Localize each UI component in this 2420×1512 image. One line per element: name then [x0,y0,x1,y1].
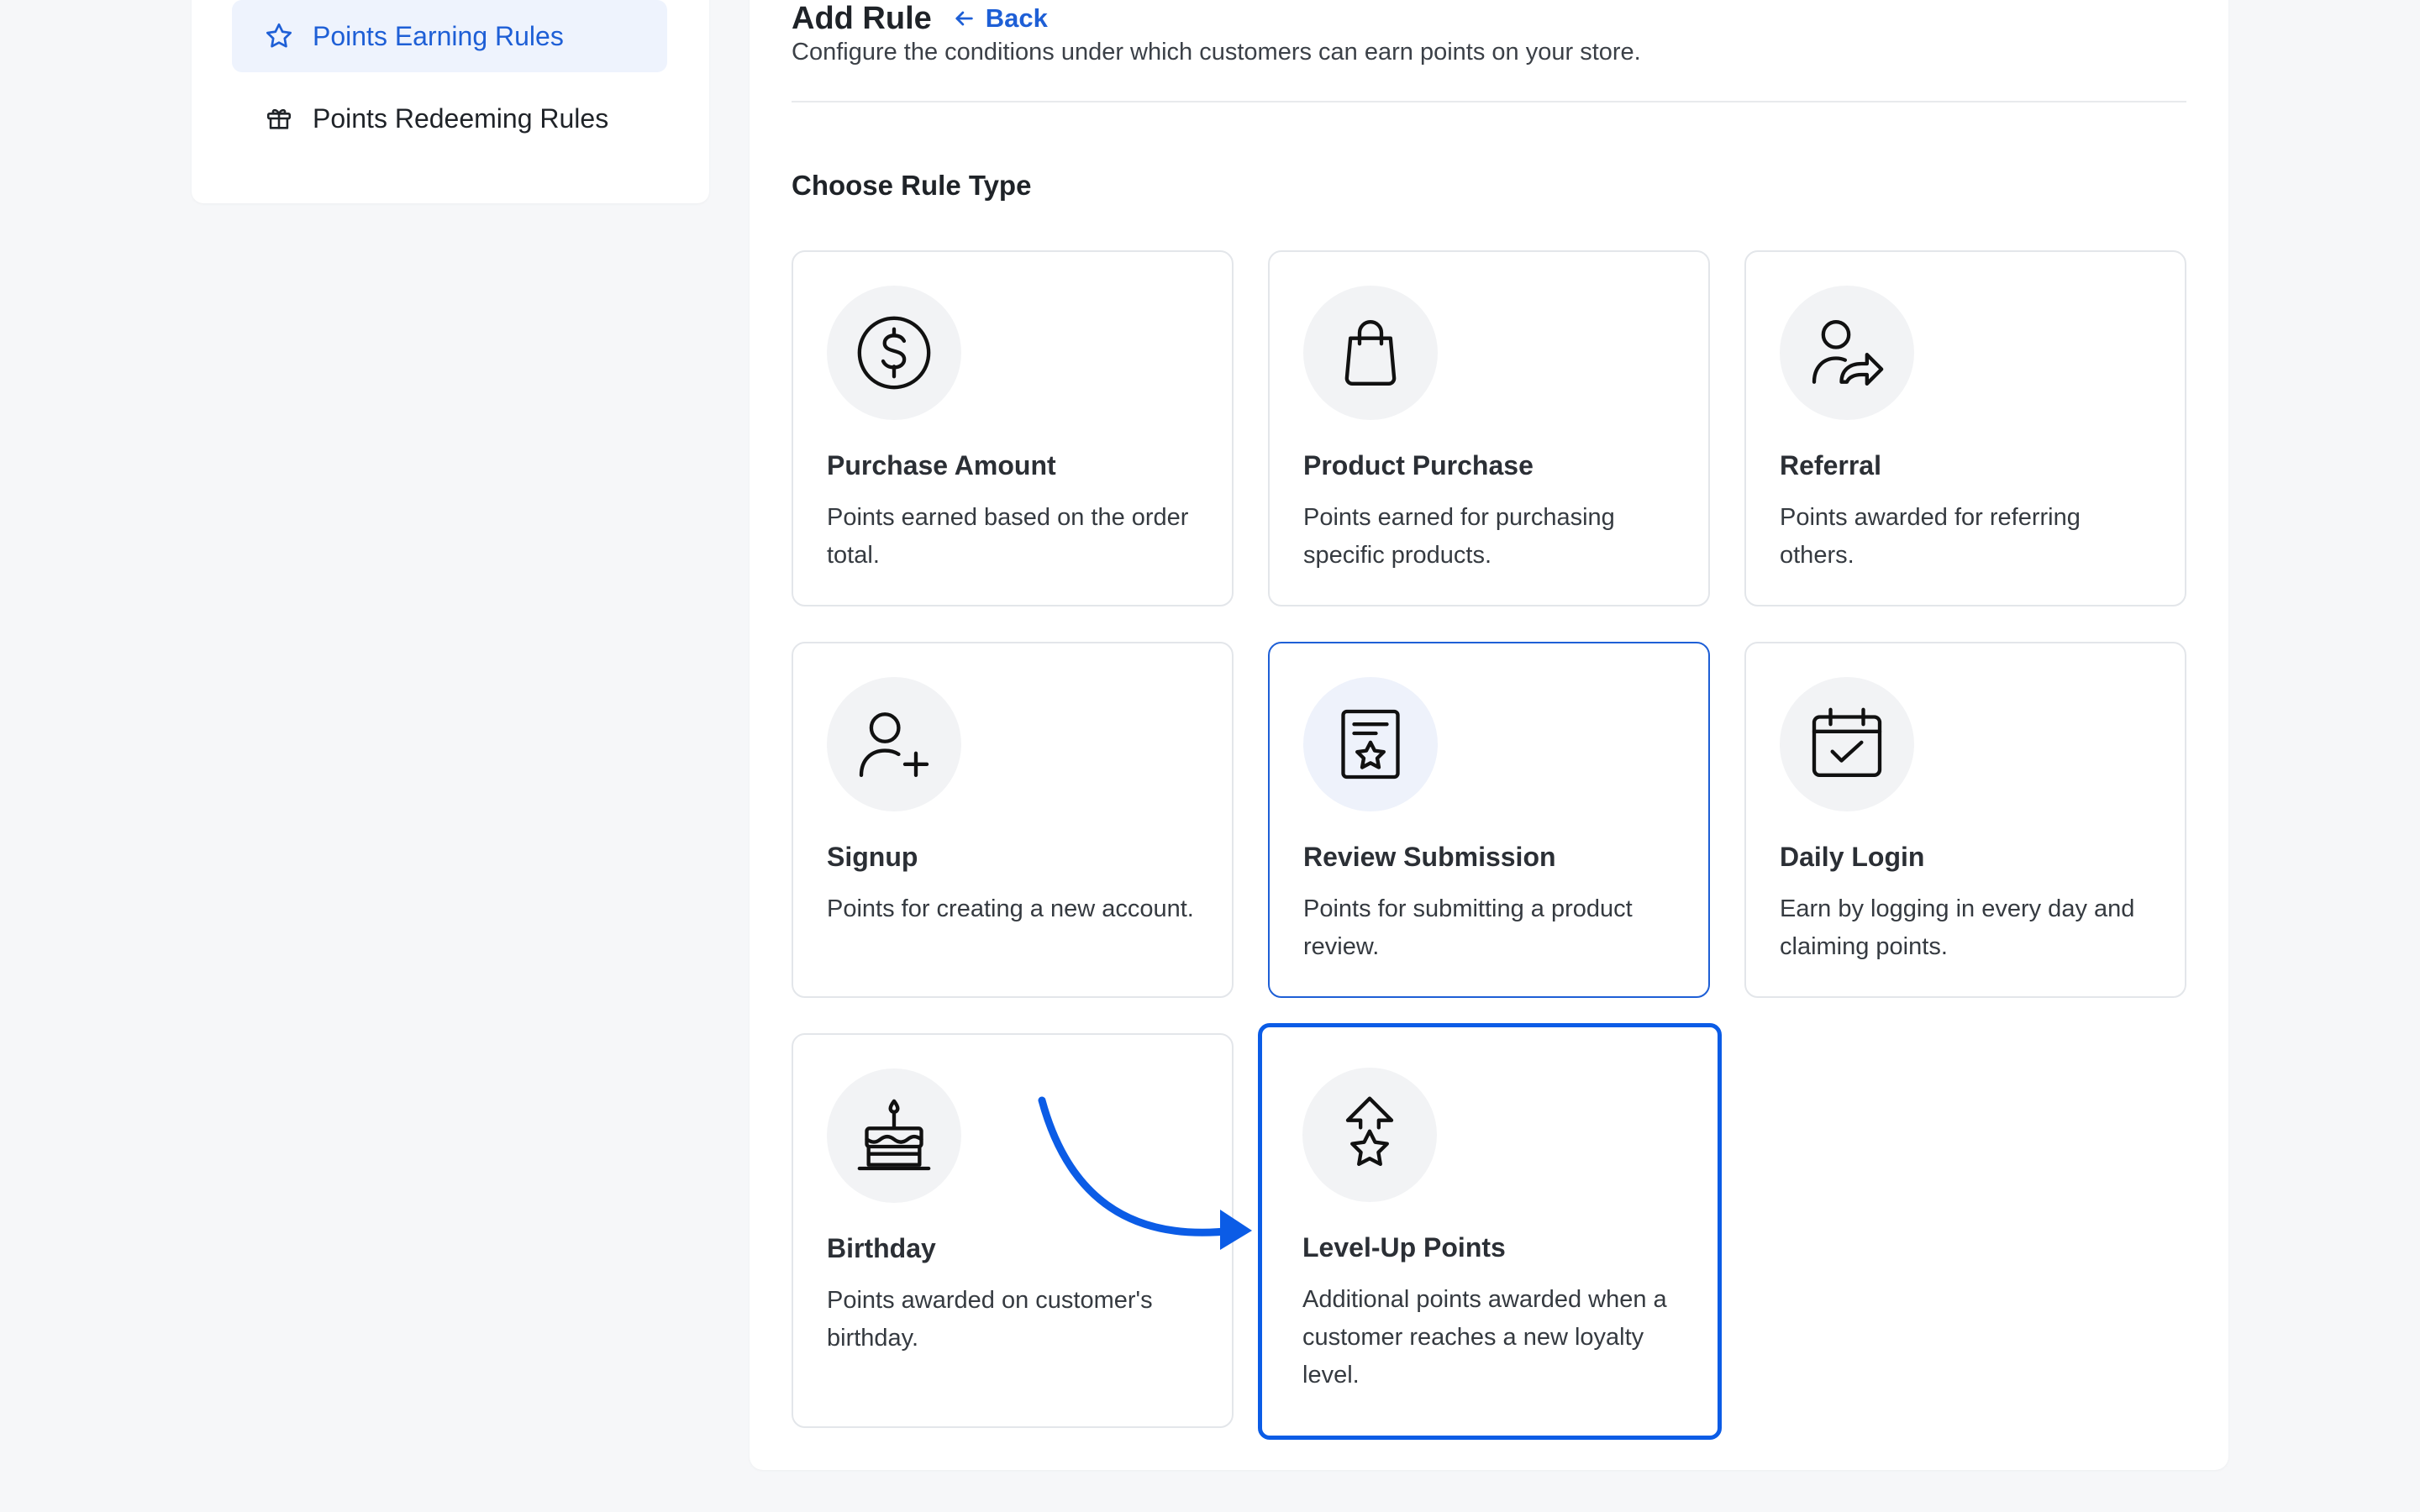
cake-icon [827,1068,961,1203]
main-panel: Add Rule Back Configure the conditions u… [750,0,2228,1470]
sidebar-item-points-earning-rules[interactable]: Points Earning Rules [232,0,667,72]
star-icon [262,19,296,53]
rule-card-title: Referral [1780,450,1881,480]
rule-card-daily-login[interactable]: Daily Login Earn by logging in every day… [1744,642,2186,998]
rule-card-level-up-points[interactable]: Level-Up Points Additional points awarde… [1258,1023,1722,1440]
page-subtitle: Configure the conditions under which cus… [792,39,1641,66]
rule-card-title: Product Purchase [1303,450,1534,480]
sidebar-item-label: Points Earning Rules [313,20,564,51]
rule-card-referral[interactable]: Referral Points awarded for referring ot… [1744,250,2186,606]
rule-card-product-purchase[interactable]: Product Purchase Points earned for purch… [1268,250,1710,606]
rule-card-title: Birthday [827,1233,936,1263]
rule-card-signup[interactable]: Signup Points for creating a new account… [792,642,1234,998]
section-title: Choose Rule Type [792,170,1032,201]
sidebar-item-points-redeeming-rules[interactable]: Points Redeeming Rules [232,82,667,155]
rule-card-title: Signup [827,842,918,872]
rule-card-title: Purchase Amount [827,450,1056,480]
rule-card-title: Level-Up Points [1302,1232,1506,1263]
rule-card-description: Points awarded on customer's birthday. [827,1287,1153,1352]
user-share-icon [1780,286,1914,420]
arrow-left-icon [952,7,976,30]
level-up-star-icon [1302,1068,1437,1202]
review-star-icon [1303,677,1438,811]
shopping-bag-icon [1303,286,1438,420]
rule-card-description: Points earned based on the order total. [827,504,1189,569]
rule-card-purchase-amount[interactable]: Purchase Amount Points earned based on t… [792,250,1234,606]
rule-card-description: Points for creating a new account. [827,895,1194,922]
rule-card-description: Earn by logging in every day and claimin… [1780,895,2135,960]
header-divider [792,101,2186,102]
dollar-circle-icon [827,286,961,420]
gift-icon [262,102,296,135]
rule-card-description: Points earned for purchasing specific pr… [1303,504,1615,569]
back-label: Back [985,3,1048,33]
rule-card-description: Points awarded for referring others. [1780,504,2081,569]
rule-card-birthday[interactable]: Birthday Points awarded on customer's bi… [792,1033,1234,1428]
rule-card-description: Additional points awarded when a custome… [1302,1286,1667,1389]
page-header: Add Rule Back [792,0,1048,37]
user-plus-icon [827,677,961,811]
rule-card-title: Review Submission [1303,842,1556,872]
calendar-check-icon [1780,677,1914,811]
rule-card-title: Daily Login [1780,842,1925,872]
sidebar: Points Earning Rules Points Redeeming Ru… [192,0,709,203]
page-title: Add Rule [792,0,932,36]
sidebar-item-label: Points Redeeming Rules [313,102,609,134]
back-button[interactable]: Back [952,3,1048,34]
rule-card-review-submission[interactable]: Review Submission Points for submitting … [1268,642,1710,998]
rule-card-description: Points for submitting a product review. [1303,895,1633,960]
